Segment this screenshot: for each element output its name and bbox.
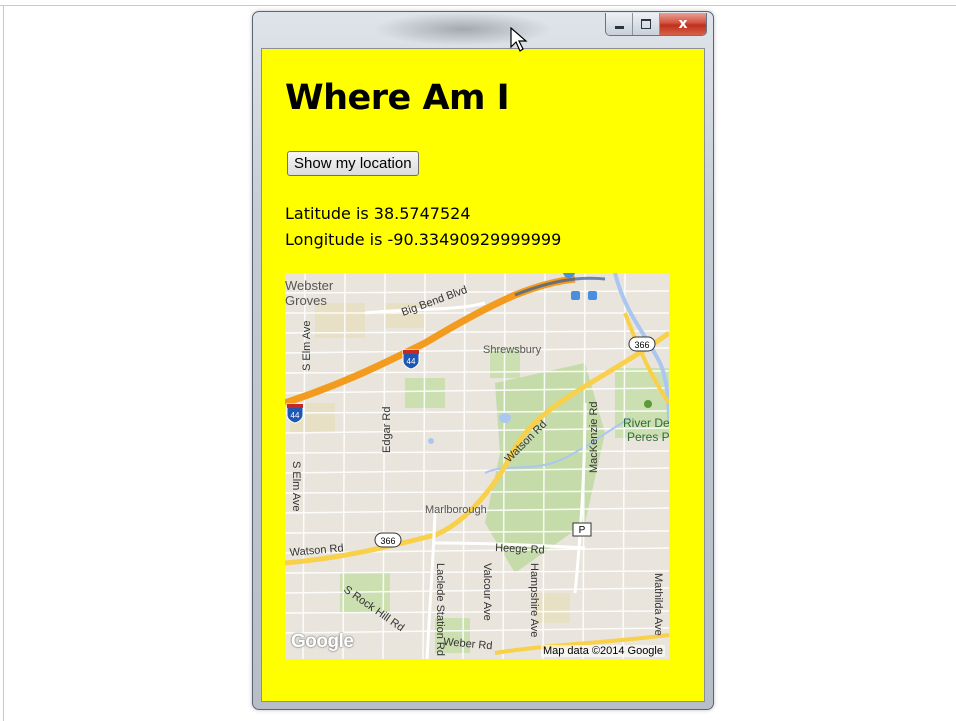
map-label-webster: Webster	[285, 278, 334, 293]
map-label-heege-rd: Heege Rd	[495, 542, 545, 557]
map-label-mackenzie: MacKenzie Rd	[588, 401, 600, 473]
i44-label-top: 44	[407, 357, 416, 366]
app-window: x Where Am I Show my location Latitude i…	[252, 11, 714, 710]
hwy-366-shield-top: 366	[628, 336, 656, 352]
close-icon: x	[678, 16, 688, 32]
page-title: Where Am I	[285, 78, 510, 118]
map-label-marlborough: Marlborough	[425, 504, 487, 516]
map-label-s-elm-ave-1: S Elm Ave	[301, 320, 313, 371]
page-left-border	[3, 5, 4, 721]
map-label-hampshire: Hampshire Ave	[528, 563, 540, 637]
map-attribution[interactable]: Map data ©2014 Google	[540, 645, 665, 657]
pond	[428, 438, 434, 444]
map-label-shrewsbury: Shrewsbury	[483, 344, 542, 356]
parking-label: P	[579, 525, 586, 536]
map-label-groves: Groves	[285, 293, 327, 308]
map-label-valcour: Valcour Ave	[481, 563, 493, 621]
minimize-button[interactable]	[606, 13, 633, 35]
map-label-mathilda: Mathilda Ave	[652, 573, 664, 636]
map-label-edgar-rd: Edgar Rd	[381, 407, 393, 453]
google-logo: Google	[291, 631, 354, 652]
app-content: Where Am I Show my location Latitude is …	[261, 48, 705, 702]
maximize-icon	[641, 19, 651, 29]
longitude-text: Longitude is -90.33490929999999	[285, 230, 562, 249]
map-label-river-des-peres-2: Peres Pa	[627, 430, 669, 444]
i44-label-left: 44	[291, 411, 300, 420]
mouse-pointer-icon	[510, 27, 528, 52]
hwy-366-shield-left: 366	[374, 532, 402, 548]
map-label-s-elm-ave-2: S Elm Ave	[290, 461, 302, 512]
hwy-366-label-top: 366	[634, 340, 649, 350]
watson-rd	[285, 330, 669, 566]
latitude-text: Latitude is 38.5747524	[285, 204, 471, 223]
close-button[interactable]: x	[660, 13, 706, 35]
map-view[interactable]: 44 44 366 366 P Webster Groves Big Bend …	[285, 273, 669, 659]
pond	[499, 413, 511, 423]
maximize-button[interactable]	[633, 13, 660, 35]
page-top-border	[0, 5, 956, 6]
interstate-44-shield-left: 44	[286, 403, 304, 424]
map-label-river-des-peres-1: River De	[623, 416, 669, 430]
window-controls: x	[605, 13, 707, 36]
map-canvas: 44 44 366 366 P Webster Groves Big Bend …	[285, 273, 669, 659]
tree-icon	[644, 400, 652, 408]
parking-icon: P	[572, 522, 592, 537]
show-location-button[interactable]: Show my location	[287, 151, 419, 176]
interstate-44-shield-top: 44	[402, 349, 420, 370]
hwy-366-label-left: 366	[380, 536, 395, 546]
minimize-icon	[614, 26, 624, 29]
